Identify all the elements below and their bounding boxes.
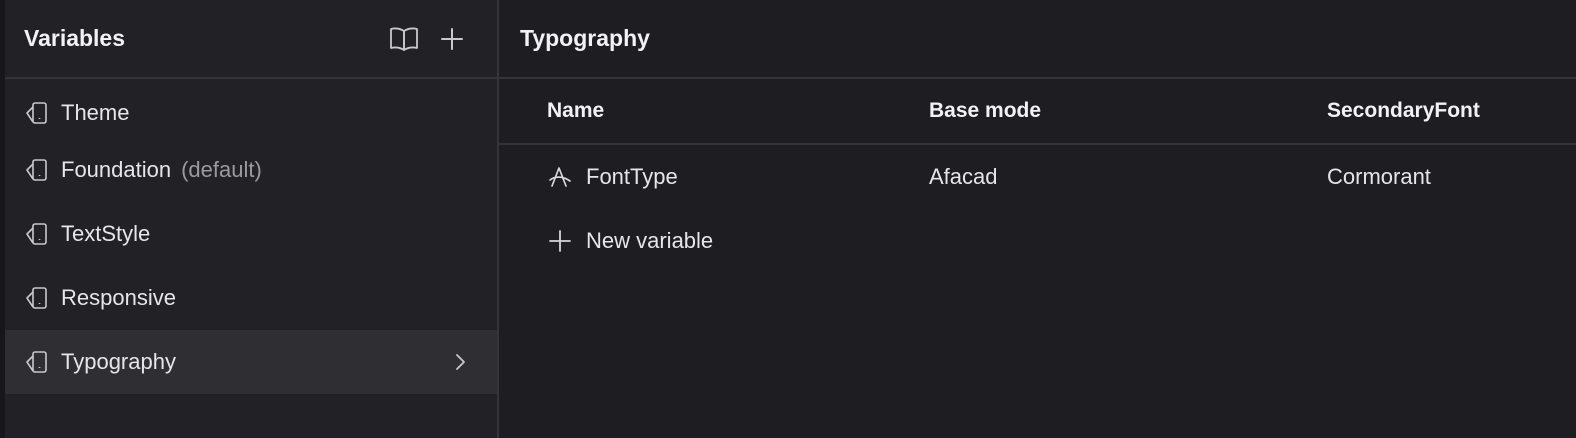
collection-icon	[24, 349, 50, 375]
collection-item-typography[interactable]: Typography	[5, 330, 497, 394]
collection-label: Responsive	[61, 285, 176, 310]
plus-icon[interactable]	[437, 24, 467, 54]
plus-icon	[547, 228, 573, 254]
collection-label: Foundation	[61, 157, 172, 182]
new-variable-label: New variable	[586, 228, 714, 253]
variable-value-base-mode[interactable]: Afacad	[929, 164, 998, 190]
default-badge: (default)	[181, 157, 262, 182]
collection-item-foundation[interactable]: Foundation (default)	[5, 138, 497, 202]
variables-table-panel: Typography Name Base mode SecondaryFont …	[499, 0, 1576, 438]
collection-icon	[24, 157, 50, 183]
column-header-base-mode[interactable]: Base mode	[929, 99, 1041, 123]
collection-label: Theme	[61, 100, 130, 125]
table-header: Name Base mode SecondaryFont	[499, 79, 1576, 145]
main-header: Typography	[499, 0, 1576, 79]
book-icon[interactable]	[389, 24, 419, 54]
collection-item-theme[interactable]: Theme	[5, 88, 497, 138]
sidebar-title: Variables	[24, 25, 126, 51]
variables-sidebar: Variables Theme Foundation (default) Tex…	[0, 0, 499, 438]
font-icon	[547, 164, 573, 190]
chevron-right-icon[interactable]	[447, 349, 473, 375]
collection-item-textstyle[interactable]: TextStyle	[5, 202, 497, 266]
collection-icon	[24, 100, 50, 126]
table-row[interactable]: FontType Afacad Cormorant	[499, 145, 1576, 209]
collection-list: Theme Foundation (default) TextStyle Res…	[5, 79, 497, 394]
sidebar-header: Variables	[5, 0, 497, 79]
column-header-name[interactable]: Name	[547, 99, 604, 123]
collection-label: Typography	[61, 349, 176, 374]
collection-label: TextStyle	[61, 221, 151, 246]
new-variable-button[interactable]: New variable	[547, 228, 713, 254]
variable-value-secondaryfont[interactable]: Cormorant	[1327, 164, 1431, 190]
variable-name-cell[interactable]: FontType	[547, 164, 678, 190]
collection-item-responsive[interactable]: Responsive	[5, 266, 497, 330]
collection-icon	[24, 221, 50, 247]
column-header-secondaryfont[interactable]: SecondaryFont	[1327, 99, 1480, 123]
new-variable-row[interactable]: New variable	[499, 209, 1576, 273]
collection-icon	[24, 285, 50, 311]
variable-name: FontType	[586, 164, 678, 189]
collection-title: Typography	[520, 25, 650, 51]
